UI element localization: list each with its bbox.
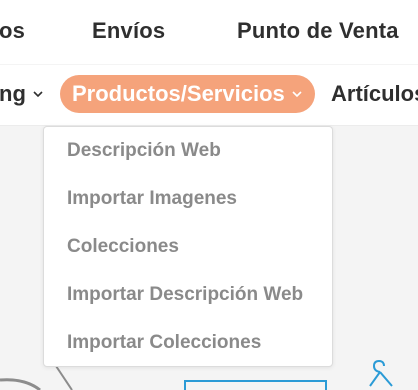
decorative-curve [0, 378, 41, 390]
subnav-item-productos-servicios[interactable]: Productos/Servicios [60, 75, 315, 113]
menu-item-importar-descripcion-web[interactable]: Importar Descripción Web [67, 284, 303, 306]
subnav-item-label: Productos/Servicios [72, 81, 285, 106]
top-navigation: os Envíos Punto de Venta [0, 0, 418, 64]
nav-item-partial[interactable]: os [0, 18, 25, 44]
chevron-down-icon [291, 88, 303, 100]
hanger-icon [369, 360, 393, 387]
decorative-box [184, 380, 327, 390]
nav-item-envios[interactable]: Envíos [92, 18, 165, 44]
menu-item-colecciones[interactable]: Colecciones [67, 236, 179, 258]
productos-dropdown-menu: Descripción Web Importar Imagenes Colecc… [43, 126, 333, 367]
chevron-down-icon [32, 88, 44, 100]
menu-item-descripcion-web[interactable]: Descripción Web [67, 140, 221, 162]
nav-item-punto-de-venta[interactable]: Punto de Venta [237, 18, 399, 44]
subnav-item-label: ng [0, 81, 26, 106]
menu-item-importar-colecciones[interactable]: Importar Colecciones [67, 332, 261, 354]
sub-navigation: ng Productos/Servicios Artículos [0, 65, 418, 126]
decorative-line [55, 365, 73, 390]
subnav-item-label: Artículos [331, 81, 418, 106]
subnav-item-articulos[interactable]: Artículos [331, 81, 418, 107]
menu-item-importar-imagenes[interactable]: Importar Imagenes [67, 188, 237, 210]
subnav-item-partial[interactable]: ng [0, 81, 44, 107]
